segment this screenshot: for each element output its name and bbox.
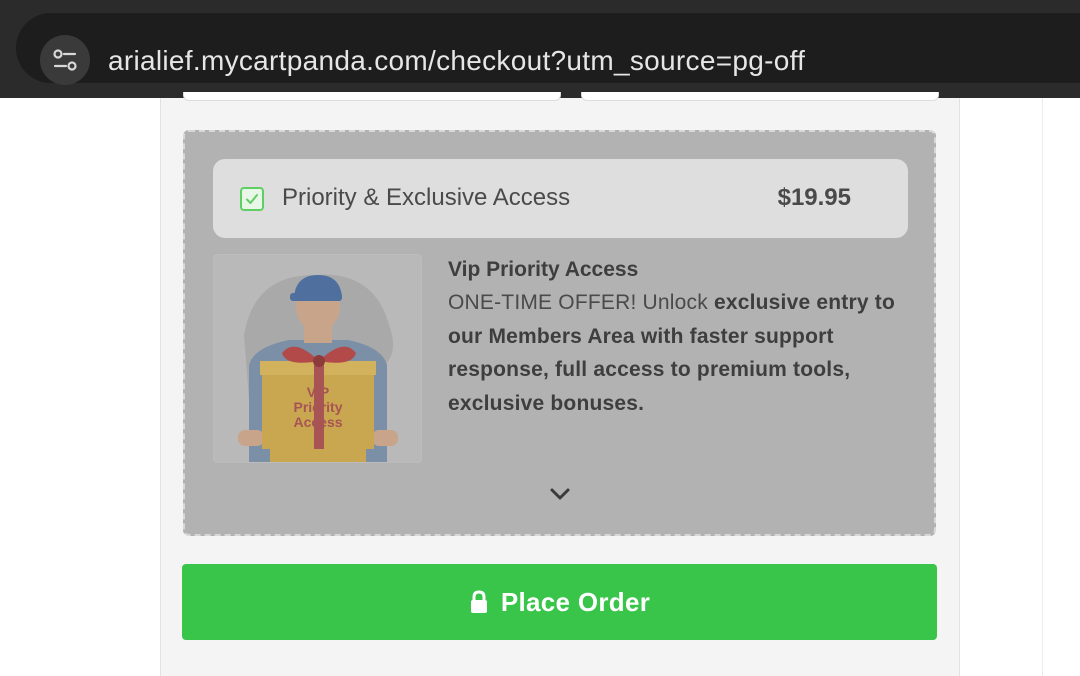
delivery-person-illustration: VIP Priority Access (238, 274, 398, 462)
place-order-button[interactable]: Place Order (182, 564, 937, 640)
product-description: ONE-TIME OFFER! Unlock exclusive entry t… (448, 286, 908, 420)
description-lead: ONE-TIME OFFER! Unlock (448, 291, 714, 314)
image-text-line-2: Priority (293, 399, 342, 415)
form-field-right[interactable] (581, 92, 939, 101)
order-bump-checkbox[interactable] (240, 187, 264, 211)
image-text-line-1: VIP (307, 384, 330, 400)
site-info-button[interactable] (40, 35, 90, 85)
browser-toolbar: arialief.mycartpanda.com/checkout?utm_so… (0, 0, 1080, 98)
lock-icon (470, 590, 487, 613)
order-bump-title: Priority & Exclusive Access (282, 184, 571, 211)
tune-icon (53, 49, 77, 71)
product-name: Vip Priority Access (448, 258, 639, 281)
order-bump-box: Priority & Exclusive Access $19.95 VIP P… (183, 130, 936, 536)
expand-details-button[interactable] (547, 484, 573, 504)
url-text[interactable]: arialief.mycartpanda.com/checkout?utm_so… (108, 41, 805, 81)
checkout-page: Priority & Exclusive Access $19.95 VIP P… (0, 92, 1080, 676)
address-bar[interactable]: arialief.mycartpanda.com/checkout?utm_so… (16, 13, 1080, 85)
column-divider (1042, 98, 1043, 676)
order-bump-header[interactable]: Priority & Exclusive Access $19.95 (213, 159, 908, 238)
product-image: VIP Priority Access (213, 254, 422, 463)
form-field-left[interactable] (183, 92, 561, 101)
chevron-down-icon (550, 488, 570, 500)
image-text-line-3: Access (293, 414, 342, 430)
order-bump-price: $19.95 (777, 184, 851, 211)
place-order-label: Place Order (500, 586, 651, 617)
checkmark-icon (246, 194, 258, 204)
